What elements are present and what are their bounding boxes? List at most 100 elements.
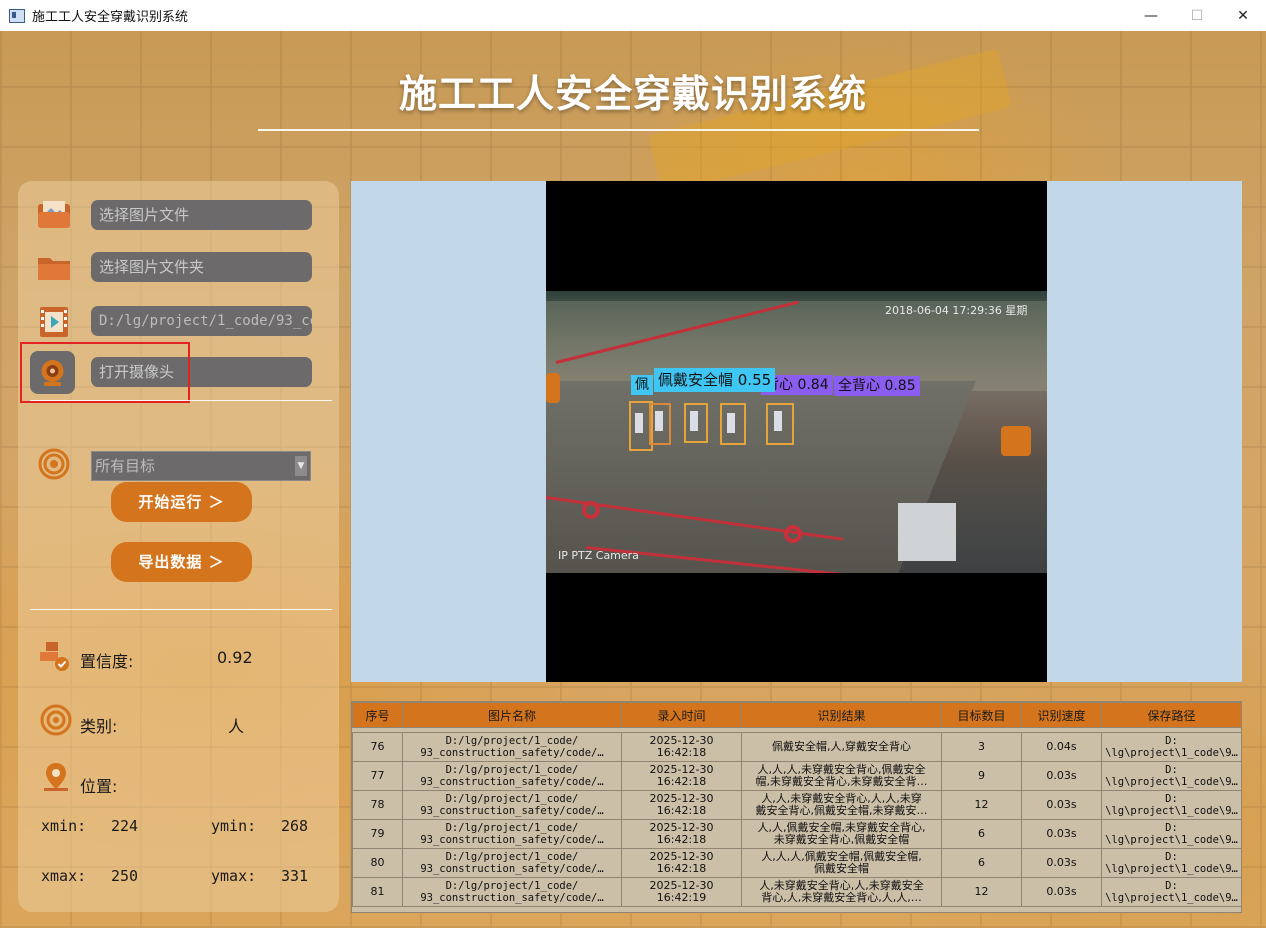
- cell-image-name: D:/lg/project/1_code/93_construction_saf…: [402, 761, 622, 791]
- xmax-label: xmax:: [41, 867, 87, 885]
- window-titlebar: 施工工人安全穿戴识别系统 — ☐ ✕: [0, 0, 1266, 32]
- export-button[interactable]: 导出数据 ＞: [111, 542, 252, 582]
- target-select[interactable]: 所有目标 ▼: [91, 451, 311, 481]
- cell-speed: 0.04s: [1021, 732, 1102, 762]
- detected-worker: [655, 411, 663, 431]
- cell-image-name: D:/lg/project/1_code/93_construction_saf…: [402, 790, 622, 820]
- cell-time: 2025-12-30 16:42:19: [621, 877, 742, 907]
- panel-divider-bottom: [30, 609, 332, 610]
- cell-index: 77: [352, 761, 403, 791]
- cell-count: 6: [941, 848, 1022, 878]
- folder-icon[interactable]: [36, 250, 72, 286]
- scene-lifebuoy-2: [784, 525, 802, 543]
- cell-count: 9: [941, 761, 1022, 791]
- cell-result: 人,人,人,佩戴安全帽,佩戴安全帽, 佩戴安全帽: [741, 848, 942, 878]
- column-header-time[interactable]: 录入时间: [621, 702, 742, 728]
- panel-divider-top: [30, 400, 332, 401]
- cell-index: 78: [352, 790, 403, 820]
- video-frame: 2018-06-04 17:29:36 星期 IP PTZ Camera 背心 …: [546, 181, 1047, 682]
- video-timestamp: 2018-06-04 17:29:36 星期: [885, 304, 1028, 317]
- maximize-button[interactable]: ☐: [1174, 0, 1220, 31]
- cell-result: 人,人,佩戴安全帽,未穿戴安全背心, 未穿戴安全背心,佩戴安全帽: [741, 819, 942, 849]
- cell-count: 12: [941, 877, 1022, 907]
- cell-speed: 0.03s: [1021, 877, 1102, 907]
- cell-save-path: D: \lg\project\1_code\9…: [1101, 848, 1241, 878]
- cell-time: 2025-12-30 16:42:18: [621, 819, 742, 849]
- cell-image-name: D:/lg/project/1_code/93_construction_saf…: [402, 877, 622, 907]
- column-header-index[interactable]: 序号: [352, 702, 403, 728]
- app-icon: [9, 8, 25, 23]
- cell-save-path: D: \lg\project\1_code\9…: [1101, 819, 1241, 849]
- heading-divider: [258, 129, 979, 131]
- detected-worker: [690, 411, 698, 431]
- cell-time: 2025-12-30 16:42:18: [621, 732, 742, 762]
- column-header-speed[interactable]: 识别速度: [1021, 702, 1102, 728]
- confidence-label: 置信度:: [80, 652, 134, 671]
- scene-lifebuoy: [582, 501, 600, 519]
- video-file-icon[interactable]: [36, 304, 72, 340]
- table-row[interactable]: 76 D:/lg/project/1_code/93_construction_…: [352, 732, 1241, 762]
- table-row[interactable]: 78 D:/lg/project/1_code/93_construction_…: [352, 790, 1241, 820]
- detected-worker: [635, 413, 643, 433]
- column-header-save-path[interactable]: 保存路径: [1101, 702, 1241, 728]
- target-select-value: 所有目标: [95, 457, 156, 475]
- column-header-count[interactable]: 目标数目: [941, 702, 1022, 728]
- app-heading: 施工工人安全穿戴识别系统: [398, 72, 867, 116]
- xmax-value: 250: [111, 867, 139, 885]
- image-file-icon[interactable]: [36, 198, 72, 234]
- image-folder-input[interactable]: 选择图片文件夹: [91, 252, 312, 282]
- minimize-button[interactable]: —: [1128, 0, 1174, 31]
- cell-result: 人,人,未穿戴安全背心,人,人,未穿 戴安全背心,佩戴安全帽,未穿戴安…: [741, 790, 942, 820]
- cell-count: 3: [941, 732, 1022, 762]
- video-file-input[interactable]: D:/lg/project/1_code/93_con: [91, 306, 312, 336]
- ymax-label: ymax:: [211, 867, 257, 885]
- chevron-down-icon[interactable]: ▼: [295, 456, 307, 476]
- table-row[interactable]: 79 D:/lg/project/1_code/93_construction_…: [352, 819, 1241, 849]
- detected-worker: [727, 413, 735, 433]
- cell-time: 2025-12-30 16:42:18: [621, 790, 742, 820]
- cell-speed: 0.03s: [1021, 819, 1102, 849]
- confidence-value: 0.92: [217, 648, 253, 667]
- column-header-result[interactable]: 识别结果: [741, 702, 942, 728]
- xmin-label: xmin:: [41, 817, 87, 835]
- scene-cabinet: [898, 503, 956, 561]
- detection-label-vest-2: 全背心 0.85: [834, 376, 920, 396]
- cell-count: 6: [941, 819, 1022, 849]
- cell-image-name: D:/lg/project/1_code/93_construction_saf…: [402, 732, 622, 762]
- camera-scene: 2018-06-04 17:29:36 星期 IP PTZ Camera 背心 …: [546, 291, 1047, 573]
- cell-save-path: D: \lg\project\1_code\9…: [1101, 761, 1241, 791]
- table-row[interactable]: 80 D:/lg/project/1_code/93_construction_…: [352, 848, 1241, 878]
- cell-speed: 0.03s: [1021, 790, 1102, 820]
- cell-result: 人,人,人,未穿戴安全背心,佩戴安全 帽,未穿戴安全背心,未穿戴安全背…: [741, 761, 942, 791]
- cell-save-path: D: \lg\project\1_code\9…: [1101, 790, 1241, 820]
- start-button[interactable]: 开始运行 ＞: [111, 482, 252, 522]
- camera-caption: IP PTZ Camera: [558, 549, 639, 562]
- table-header-row: 序号 图片名称 录入时间 识别结果 目标数目 识别速度 保存路径: [352, 702, 1241, 728]
- cell-image-name: D:/lg/project/1_code/93_construction_saf…: [402, 819, 622, 849]
- cell-index: 76: [352, 732, 403, 762]
- image-file-row: 选择图片文件: [18, 196, 339, 236]
- detection-display: 2018-06-04 17:29:36 星期 IP PTZ Camera 背心 …: [351, 181, 1242, 682]
- cell-count: 12: [941, 790, 1022, 820]
- detected-worker: [774, 411, 782, 431]
- cell-speed: 0.03s: [1021, 848, 1102, 878]
- cell-save-path: D: \lg\project\1_code\9…: [1101, 732, 1241, 762]
- cell-result: 佩戴安全帽,人,穿戴安全背心: [741, 732, 942, 762]
- cell-index: 79: [352, 819, 403, 849]
- video-file-row: D:/lg/project/1_code/93_con: [18, 302, 339, 342]
- table-row[interactable]: 81 D:/lg/project/1_code/93_construction_…: [352, 877, 1241, 907]
- cell-index: 81: [352, 877, 403, 907]
- results-table[interactable]: 序号 图片名称 录入时间 识别结果 目标数目 识别速度 保存路径 76 D:/l…: [351, 701, 1242, 913]
- ymax-value: 331: [281, 867, 309, 885]
- table-row[interactable]: 77 D:/lg/project/1_code/93_construction_…: [352, 761, 1241, 791]
- image-file-input[interactable]: 选择图片文件: [91, 200, 312, 230]
- control-panel: 选择图片文件 选择图片文件夹 D:/lg/project/1_code/93_c…: [18, 181, 339, 912]
- main-window: 施工工人安全穿戴识别系统 选择图片文件 选择图片文件夹 D:/lg/projec…: [0, 31, 1266, 928]
- column-header-image-name[interactable]: 图片名称: [402, 702, 622, 728]
- image-folder-row: 选择图片文件夹: [18, 248, 339, 288]
- close-button[interactable]: ✕: [1220, 0, 1266, 31]
- location-pin-icon: [40, 761, 76, 797]
- detection-label-partial: 佩: [631, 375, 653, 395]
- xmin-value: 224: [111, 817, 139, 835]
- class-label: 类别:: [80, 717, 118, 736]
